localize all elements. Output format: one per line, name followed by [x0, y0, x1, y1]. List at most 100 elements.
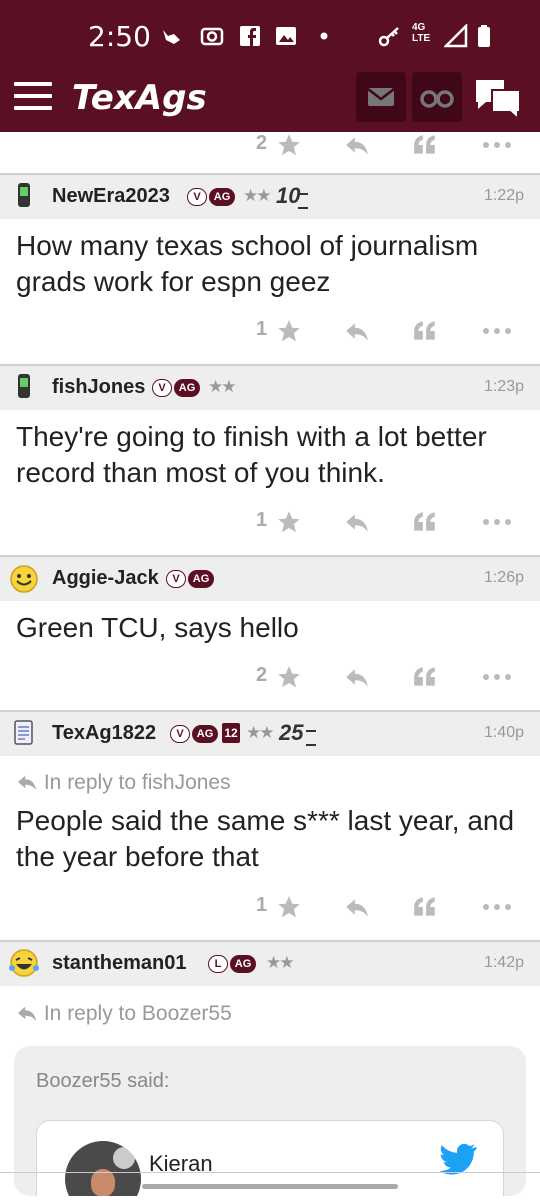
- tweet-avatar: [65, 1141, 141, 1196]
- messages-button[interactable]: [356, 72, 406, 122]
- star-count: 1: [256, 894, 268, 916]
- image-notification-icon: [276, 27, 296, 45]
- more-dot-icon: [320, 32, 328, 40]
- rank-lines-icon: [306, 730, 316, 746]
- more-options-icon[interactable]: [482, 509, 512, 535]
- ag-badge: AG: [188, 570, 214, 588]
- reply-icon[interactable]: [342, 894, 372, 920]
- smiley-avatar-icon[interactable]: [8, 563, 40, 593]
- user-stars: ★★: [266, 953, 295, 973]
- app-logo[interactable]: TexAgs: [72, 78, 207, 118]
- ag-badge: AG: [230, 955, 256, 973]
- quote-icon[interactable]: [410, 509, 440, 535]
- post-actions: 1: [0, 888, 540, 928]
- quoted-post: Boozer55 said: Kieran: [14, 1046, 526, 1196]
- star-icon[interactable]: [274, 132, 304, 158]
- ag-badge: AG: [209, 188, 235, 206]
- star-icon[interactable]: [274, 318, 304, 344]
- vip-badge: V: [166, 570, 186, 588]
- quote-icon[interactable]: [410, 664, 440, 690]
- post-time: 1:23p: [483, 378, 524, 395]
- reply-reference[interactable]: In reply to Boozer55: [16, 1002, 232, 1026]
- envelope-icon: [367, 88, 395, 106]
- year-badge: 12: [222, 723, 240, 743]
- user-rank: 10: [276, 183, 301, 208]
- post-body: Green TCU, says hello: [16, 612, 299, 643]
- status-bar: 2:50 4G LTE: [0, 0, 540, 70]
- post-time: 1:40p: [483, 724, 524, 741]
- post-body: People said the same s*** last year, and…: [16, 805, 515, 872]
- phone-avatar-icon[interactable]: [10, 372, 38, 402]
- ag-badge: AG: [192, 725, 218, 743]
- user-rank: 25: [279, 720, 304, 745]
- star-count: 2: [256, 664, 268, 686]
- chat-icon[interactable]: [472, 76, 524, 122]
- post-body: How many texas school of journalism grad…: [16, 230, 479, 297]
- quote-icon[interactable]: [410, 132, 440, 158]
- reply-icon[interactable]: [342, 664, 372, 690]
- cat-notification-icon: [163, 30, 180, 44]
- post-header: Aggie-Jack V AG 1:26p: [0, 555, 540, 601]
- username[interactable]: fishJones: [52, 376, 145, 399]
- binoculars-icon: [420, 90, 454, 108]
- radio-notification-icon: [200, 27, 224, 46]
- star-icon[interactable]: [274, 664, 304, 690]
- more-options-icon[interactable]: [482, 132, 512, 158]
- facebook-notification-icon: [240, 26, 260, 46]
- user-stars: ★★: [246, 723, 275, 743]
- reply-icon[interactable]: [342, 318, 372, 344]
- post-actions: 1: [0, 312, 540, 352]
- reply-icon[interactable]: [342, 132, 372, 158]
- vip-badge: V: [152, 379, 172, 397]
- star-count: 1: [256, 318, 268, 340]
- post-header: TexAg1822 V AG 12 ★★ 25 1:40p: [0, 710, 540, 756]
- post-header: stantheman01 L AG ★★ 1:42p: [0, 940, 540, 986]
- twitter-bird-icon: [439, 1143, 477, 1175]
- reply-icon[interactable]: [342, 509, 372, 535]
- nav-bar: TexAgs: [0, 70, 540, 132]
- username[interactable]: NewEra2023: [52, 185, 170, 208]
- signal-icon: [444, 24, 468, 48]
- post-time: 1:42p: [483, 954, 524, 971]
- laughing-avatar-icon[interactable]: [7, 948, 41, 978]
- ag-badge: AG: [174, 379, 200, 397]
- legacy-badge: L: [208, 955, 228, 973]
- post-actions: 1: [0, 503, 540, 543]
- prev-post-actions: 2: [0, 126, 540, 166]
- username[interactable]: stantheman01: [52, 952, 187, 975]
- reply-reference[interactable]: In reply to fishJones: [16, 771, 231, 795]
- username[interactable]: Aggie-Jack: [52, 567, 159, 590]
- phone-avatar-icon[interactable]: [10, 181, 38, 211]
- star-count: 1: [256, 509, 268, 531]
- more-options-icon[interactable]: [482, 318, 512, 344]
- reply-reference-text: In reply to fishJones: [43, 771, 231, 794]
- post-time: 1:26p: [483, 569, 524, 586]
- watch-button[interactable]: [412, 72, 462, 122]
- vip-badge: V: [170, 725, 190, 743]
- quote-icon[interactable]: [410, 894, 440, 920]
- notepad-avatar-icon[interactable]: [10, 718, 38, 748]
- more-options-icon[interactable]: [482, 894, 512, 920]
- post-header: NewEra2023 V AG ★★ 10 1:22p: [0, 173, 540, 219]
- reply-arrow-icon: [18, 1006, 36, 1022]
- star-icon[interactable]: [274, 894, 304, 920]
- quote-attribution: Boozer55 said:: [36, 1070, 170, 1092]
- user-stars: ★★: [208, 377, 237, 397]
- vpn-key-icon: [378, 27, 399, 47]
- battery-icon: [478, 25, 490, 47]
- menu-icon[interactable]: [14, 82, 52, 112]
- rank-lines-icon: [298, 193, 308, 209]
- post-time: 1:22p: [483, 187, 524, 204]
- reply-arrow-icon: [18, 775, 36, 791]
- more-options-icon[interactable]: [482, 664, 512, 690]
- username[interactable]: TexAg1822: [52, 722, 156, 745]
- network-type: 4G LTE: [412, 22, 431, 44]
- app-header: 2:50 4G LTE TexAgs: [0, 0, 540, 132]
- divider: [0, 1172, 540, 1173]
- post-actions: 2: [0, 658, 540, 698]
- home-indicator[interactable]: [142, 1184, 398, 1189]
- status-time: 2:50: [88, 20, 151, 53]
- reply-reference-text: In reply to Boozer55: [43, 1002, 232, 1025]
- star-icon[interactable]: [274, 509, 304, 535]
- quote-icon[interactable]: [410, 318, 440, 344]
